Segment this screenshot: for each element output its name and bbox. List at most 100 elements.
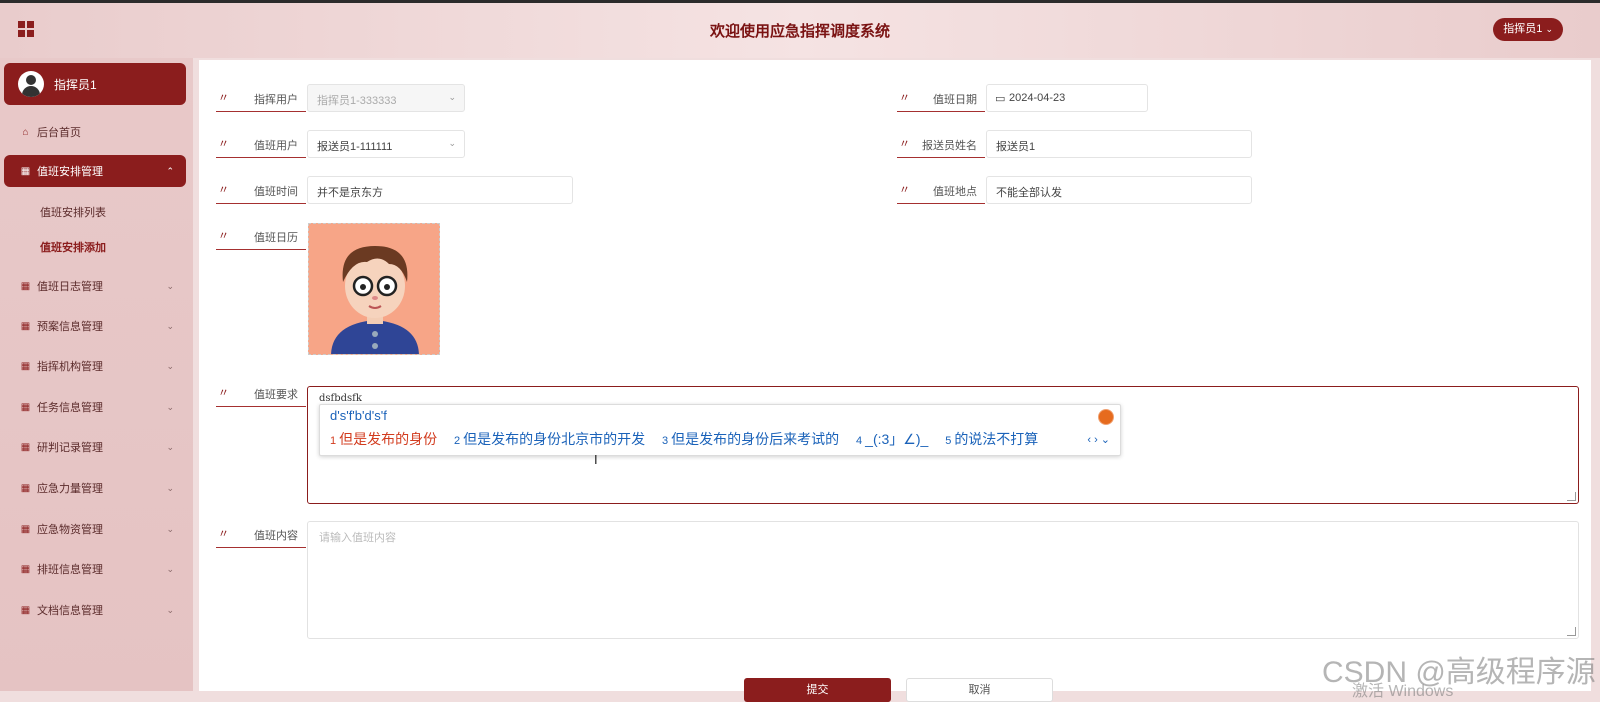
ime-candidate-4[interactable]: 4 _(:3」∠)_ [856, 431, 928, 447]
top-header: 欢迎使用应急指挥调度系统 指挥员1 ⌄ [0, 3, 1600, 58]
cartoon-avatar-image [309, 224, 439, 354]
sidebar-item-duty-log[interactable]: ▦ 值班日志管理 ⌄ [4, 270, 186, 302]
chevron-down-icon: ⌄ [166, 523, 174, 534]
sidebar-item-label: 应急力量管理 [37, 483, 103, 495]
grid-icon: ▦ [20, 401, 31, 413]
user-menu-label: 指挥员1 [1503, 23, 1543, 35]
duty-time-input[interactable]: 并不是京东方 [307, 176, 573, 204]
label-reporter-name: 〃 报送员姓名 [897, 131, 985, 158]
duty-requirement-textarea[interactable]: dsfbdsfk d's'f'b'd's'f 1 但是发布的身份 2 但是发布的身份… [307, 386, 1579, 504]
ime-composition-text: d's'f'b'd's'f [330, 408, 387, 423]
grid-icon: ▦ [20, 563, 31, 575]
required-mark-icon: 〃 [218, 387, 229, 399]
required-mark-icon: 〃 [899, 184, 910, 196]
required-mark-icon: 〃 [218, 528, 229, 540]
required-mark-icon: 〃 [218, 92, 229, 104]
sidebar-item-label: 研判记录管理 [37, 442, 103, 454]
sidebar-subitem-duty-add[interactable]: 值班安排添加 [40, 239, 106, 255]
chevron-down-icon: ⌄ [166, 360, 174, 371]
grid-icon: ▦ [20, 360, 31, 372]
grid-icon: ▦ [20, 320, 31, 332]
ime-page-nav-icon[interactable]: ‹ › ⌄ [1087, 433, 1110, 446]
sidebar-subitem-duty-list[interactable]: 值班安排列表 [40, 204, 106, 220]
chevron-down-icon: ⌄ [166, 441, 174, 452]
ime-candidate-2[interactable]: 2 但是发布的身份北京市的开发 [454, 431, 645, 447]
cancel-button[interactable]: 取消 [906, 678, 1053, 702]
user-menu-button[interactable]: 指挥员1 ⌄ [1493, 18, 1563, 41]
grid-icon: ▦ [20, 441, 31, 453]
resize-handle-icon[interactable] [1567, 492, 1576, 501]
label-duty-calendar: 〃 值班日历 [216, 223, 306, 250]
sidebar-item-label: 排班信息管理 [37, 564, 103, 576]
sidebar-item-emergency-force[interactable]: ▦ 应急力量管理 ⌄ [4, 472, 186, 504]
required-mark-icon: 〃 [899, 138, 910, 150]
ime-candidate-5[interactable]: 5 的说法不打算 [945, 431, 1038, 447]
sidebar-item-label: 值班安排管理 [37, 166, 103, 178]
duty-content-textarea[interactable]: 请输入值班内容 [307, 521, 1579, 639]
activate-windows-watermark: 激活 Windows [1352, 683, 1454, 700]
duty-calendar-image-upload[interactable] [308, 223, 440, 355]
sidebar: 指挥员1 ⌂ 后台首页 ▦ 值班安排管理 ⌃ 值班安排列表 值班安排添加 ▦ 值… [0, 58, 193, 691]
chevron-down-icon: ⌄ [166, 401, 174, 412]
sidebar-item-home[interactable]: ⌂ 后台首页 [4, 116, 186, 148]
required-mark-icon: 〃 [218, 230, 229, 242]
chevron-down-icon: ⌄ [448, 138, 456, 148]
chevron-down-icon: ⌄ [166, 563, 174, 574]
reporter-name-input[interactable]: 报送员1 [986, 130, 1252, 158]
ime-candidate-3[interactable]: 3 但是发布的身份后来考试的 [662, 431, 839, 447]
required-mark-icon: 〃 [218, 138, 229, 150]
resize-handle-icon[interactable] [1567, 627, 1576, 636]
chevron-down-icon: ⌄ [166, 280, 174, 291]
sidebar-item-label: 应急物资管理 [37, 524, 103, 536]
sidebar-item-task-info[interactable]: ▦ 任务信息管理 ⌄ [4, 391, 186, 423]
sidebar-item-label: 指挥机构管理 [37, 361, 103, 373]
chevron-down-icon: ⌄ [1545, 24, 1553, 34]
grid-icon: ▦ [20, 523, 31, 535]
sidebar-item-plan-info[interactable]: ▦ 预案信息管理 ⌄ [4, 310, 186, 342]
grid-icon: ▦ [20, 482, 31, 494]
submit-button[interactable]: 提交 [744, 678, 891, 702]
app-title: 欢迎使用应急指挥调度系统 [709, 23, 890, 40]
sidebar-item-label: 值班日志管理 [37, 281, 103, 293]
sidebar-item-label: 任务信息管理 [37, 402, 103, 414]
chevron-down-icon: ⌄ [448, 92, 456, 102]
avatar [18, 71, 44, 97]
calendar-icon: ▭ [995, 93, 1006, 105]
label-duty-place: 〃 值班地点 [897, 177, 985, 204]
chevron-down-icon: ⌄ [166, 482, 174, 493]
home-icon: ⌂ [22, 126, 29, 138]
grid-icon: ▦ [20, 604, 31, 616]
ime-candidate-list: 1 但是发布的身份 2 但是发布的身份北京市的开发 3 但是发布的身份后来考试的 4 _… [330, 429, 1051, 449]
label-duty-user: 〃 值班用户 [216, 131, 306, 158]
duty-user-select[interactable]: 报送员1-111111 ⌄ [307, 130, 465, 158]
chevron-down-icon: ⌄ [166, 320, 174, 331]
sidebar-item-label: 预案信息管理 [37, 321, 103, 333]
required-mark-icon: 〃 [899, 92, 910, 104]
label-duty-requirement: 〃 值班要求 [216, 380, 306, 407]
grid-icon: ▦ [20, 280, 31, 292]
chevron-up-icon: ⌃ [166, 165, 174, 176]
sidebar-item-document-info[interactable]: ▦ 文档信息管理 ⌄ [4, 594, 186, 626]
sidebar-item-schedule-info[interactable]: ▦ 排班信息管理 ⌄ [4, 553, 186, 585]
label-duty-time: 〃 值班时间 [216, 177, 306, 204]
profile-name: 指挥员1 [54, 77, 97, 92]
sidebar-item-command-org[interactable]: ▦ 指挥机构管理 ⌄ [4, 350, 186, 382]
label-duty-content: 〃 值班内容 [216, 521, 306, 548]
sidebar-profile[interactable]: 指挥员1 [4, 63, 186, 105]
sidebar-item-label: 文档信息管理 [37, 605, 103, 617]
commander-user-select[interactable]: 指挥员1-333333 ⌄ [307, 84, 465, 112]
grid-icon: ▦ [20, 165, 31, 177]
sidebar-item-duty-arrangement[interactable]: ▦ 值班安排管理 ⌃ [4, 155, 186, 187]
sidebar-item-label: 后台首页 [37, 127, 81, 139]
label-commander-user: 〃 指挥用户 [216, 85, 306, 112]
required-mark-icon: 〃 [218, 184, 229, 196]
sidebar-item-emergency-supplies[interactable]: ▦ 应急物资管理 ⌄ [4, 513, 186, 545]
duty-place-input[interactable]: 不能全部认发 [986, 176, 1252, 204]
text-cursor-icon: I [594, 452, 598, 467]
ime-candidate-popup[interactable]: d's'f'b'd's'f 1 但是发布的身份 2 但是发布的身份北京市的开发 3但… [319, 404, 1121, 456]
sidebar-item-analysis-record[interactable]: ▦ 研判记录管理 ⌄ [4, 431, 186, 463]
ime-candidate-1[interactable]: 1 但是发布的身份 [330, 431, 437, 447]
ime-logo-icon[interactable] [1098, 409, 1114, 425]
duty-date-picker[interactable]: ▭ 2024-04-23 [986, 84, 1148, 112]
chevron-down-icon: ⌄ [166, 604, 174, 615]
